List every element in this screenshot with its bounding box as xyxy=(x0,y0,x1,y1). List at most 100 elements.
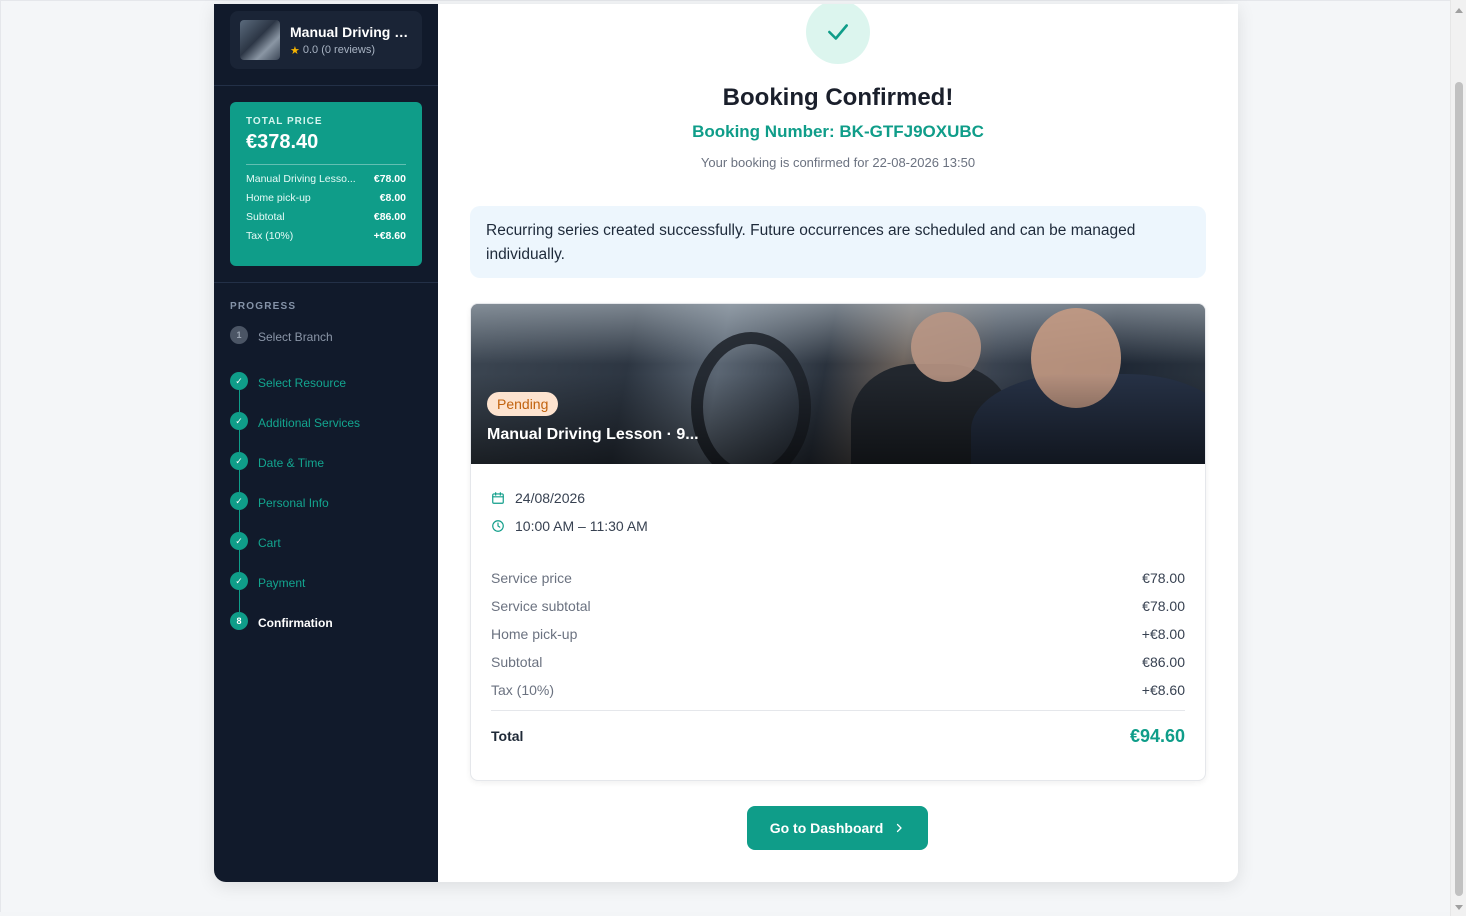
total-value: €94.60 xyxy=(1129,725,1185,746)
price-divider xyxy=(491,710,1185,711)
price-line-label: Subtotal xyxy=(246,211,285,223)
step-check-icon: ✓ xyxy=(230,412,248,430)
price-line: Home pick-up €8.00 xyxy=(246,192,406,204)
step-label: Payment xyxy=(258,576,306,590)
step-check-icon: ✓ xyxy=(230,372,248,390)
price-row-label: Service subtotal xyxy=(491,598,591,614)
vertical-scrollbar[interactable] xyxy=(1450,0,1466,916)
booking-date-row: 24/08/2026 xyxy=(491,484,1185,512)
step-label: Personal Info xyxy=(258,496,329,510)
price-line-value: €86.00 xyxy=(373,211,406,223)
price-row-label: Service price xyxy=(491,570,572,586)
total-row: Total €94.60 xyxy=(491,723,1185,749)
step-number: 8 xyxy=(230,612,248,630)
service-summary: Manual Driving L... ★ 0.0 (0 reviews) xyxy=(230,11,422,69)
price-row-label: Subtotal xyxy=(491,654,543,670)
rating-text: 0.0 (0 reviews) xyxy=(302,44,376,56)
price-line-value: €78.00 xyxy=(373,173,406,185)
star-icon: ★ xyxy=(290,44,300,57)
progress-label: PROGRESS xyxy=(230,301,297,312)
price-line-label: Manual Driving Lesso... xyxy=(246,173,356,185)
chevron-right-icon xyxy=(897,823,902,833)
step-cart[interactable]: ✓ Cart xyxy=(230,532,430,572)
total-price-box: TOTAL PRICE €378.40 Manual Driving Lesso… xyxy=(230,102,422,266)
price-line-value: +€8.60 xyxy=(373,230,406,242)
dashboard-button-label: Go to Dashboard xyxy=(769,820,884,836)
recurring-series-notice: Recurring series created successfully. F… xyxy=(470,206,1206,278)
price-line-label: Tax (10%) xyxy=(246,230,294,242)
step-label: Select Resource xyxy=(258,376,347,390)
booking-confirmed-text: Your booking is confirmed for 22-08-2026… xyxy=(700,155,976,170)
clock-icon xyxy=(492,520,504,532)
status-badge: Pending xyxy=(487,392,559,416)
step-personal-info[interactable]: ✓ Personal Info xyxy=(230,492,430,532)
step-connector xyxy=(238,550,240,572)
confirmation-main: Booking Confirmed! Booking Number: BK-GT… xyxy=(438,4,1238,882)
price-breakdown: Service price €78.00 Service subtotal €7… xyxy=(491,564,1185,749)
scroll-up-arrow-icon[interactable] xyxy=(1455,8,1463,13)
booking-time-row: 10:00 AM – 11:30 AM xyxy=(491,512,1185,540)
progress-steps: 1 Select Branch ✓ Select Resource ✓ Addi… xyxy=(230,326,430,652)
price-row: Service price €78.00 xyxy=(491,564,1185,592)
step-check-icon: ✓ xyxy=(230,492,248,510)
step-date-time[interactable]: ✓ Date & Time xyxy=(230,452,430,492)
booking-time: 10:00 AM – 11:30 AM xyxy=(515,518,648,534)
price-line: Subtotal €86.00 xyxy=(246,211,406,223)
booking-wizard-card: Manual Driving L... ★ 0.0 (0 reviews) TO… xyxy=(214,4,1238,882)
price-row: Subtotal €86.00 xyxy=(491,648,1185,676)
success-check-icon xyxy=(806,4,870,64)
price-line-label: Home pick-up xyxy=(246,192,311,204)
price-line: Tax (10%) +€8.60 xyxy=(246,230,406,242)
page-title: Booking Confirmed! xyxy=(722,84,954,111)
go-to-dashboard-button[interactable]: Go to Dashboard xyxy=(747,806,928,850)
price-row-label: Home pick-up xyxy=(491,626,578,642)
step-select-resource[interactable]: ✓ Select Resource xyxy=(230,372,430,412)
step-label: Confirmation xyxy=(258,616,333,630)
sidebar-divider xyxy=(214,282,438,283)
booking-hero-image: Pending Manual Driving Lesson · 9... xyxy=(471,304,1205,464)
price-row: Home pick-up +€8.00 xyxy=(491,620,1185,648)
step-connector xyxy=(238,470,240,492)
scrollbar-thumb[interactable] xyxy=(1455,82,1463,896)
service-title: Manual Driving L... xyxy=(290,23,412,40)
total-price-value: €378.40 xyxy=(246,131,319,153)
step-check-icon: ✓ xyxy=(230,572,248,590)
step-connector xyxy=(238,510,240,532)
step-payment[interactable]: ✓ Payment xyxy=(230,572,430,612)
step-confirmation[interactable]: 8 Confirmation xyxy=(230,612,430,652)
price-row-value: +€8.00 xyxy=(1141,626,1185,642)
step-check-icon: ✓ xyxy=(230,532,248,550)
service-thumbnail xyxy=(240,20,280,60)
price-row: Service subtotal €78.00 xyxy=(491,592,1185,620)
service-rating: ★ 0.0 (0 reviews) xyxy=(290,44,412,57)
price-row-value: €78.00 xyxy=(1142,570,1185,586)
price-divider xyxy=(246,164,406,165)
step-label: Date & Time xyxy=(258,456,325,470)
step-connector xyxy=(238,430,240,452)
step-label: Cart xyxy=(258,536,281,550)
step-additional-services[interactable]: ✓ Additional Services xyxy=(230,412,430,452)
wizard-sidebar: Manual Driving L... ★ 0.0 (0 reviews) TO… xyxy=(214,4,438,882)
step-check-icon: ✓ xyxy=(230,452,248,470)
sidebar-divider xyxy=(214,85,438,86)
price-line: Manual Driving Lesso... €78.00 xyxy=(246,173,406,185)
step-connector xyxy=(238,590,240,612)
price-row: Tax (10%) +€8.60 xyxy=(491,676,1185,704)
price-row-value: €78.00 xyxy=(1142,598,1185,614)
booking-number: Booking Number: BK-GTFJ9OXUBC xyxy=(692,122,984,141)
total-price-label: TOTAL PRICE xyxy=(246,116,323,127)
booking-card: Pending Manual Driving Lesson · 9... 24/… xyxy=(470,303,1206,781)
step-select-branch[interactable]: 1 Select Branch xyxy=(230,326,430,372)
price-row-label: Tax (10%) xyxy=(491,682,555,698)
step-number: 1 xyxy=(230,326,248,344)
scroll-down-arrow-icon[interactable] xyxy=(1455,905,1463,910)
price-row-value: €86.00 xyxy=(1142,654,1185,670)
price-line-value: €8.00 xyxy=(379,192,406,204)
price-row-value: +€8.60 xyxy=(1141,682,1185,698)
total-label: Total xyxy=(491,728,524,744)
step-connector xyxy=(238,390,240,412)
step-label: Additional Services xyxy=(258,416,361,430)
booking-date: 24/08/2026 xyxy=(515,490,586,506)
step-label: Select Branch xyxy=(258,330,333,344)
booking-title: Manual Driving Lesson · 9... xyxy=(487,426,699,443)
